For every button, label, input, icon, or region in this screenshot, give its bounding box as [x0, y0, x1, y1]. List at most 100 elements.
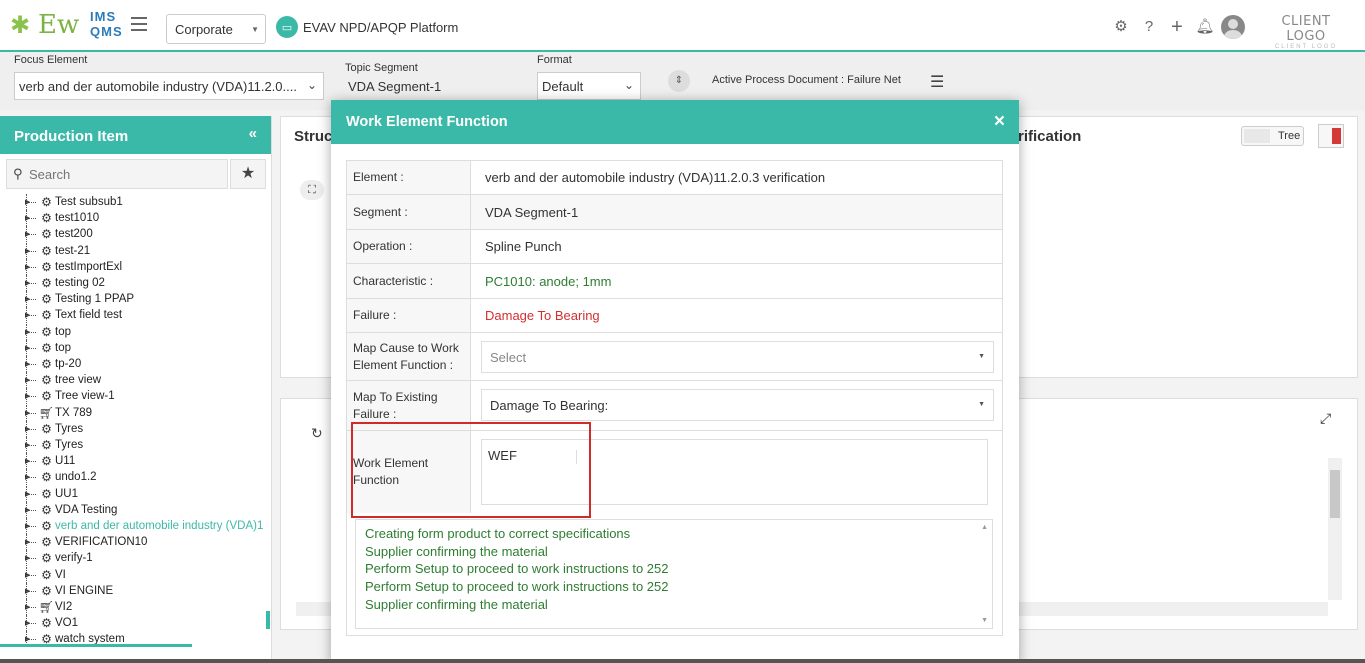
expand-arrow-icon[interactable]: ▶ [25, 571, 30, 579]
expand-arrow-icon[interactable]: ▶ [25, 409, 30, 417]
expand-arrow-icon[interactable]: ▶ [25, 263, 30, 271]
collapse-left-icon[interactable]: « [249, 125, 257, 142]
tree-item[interactable]: ▶ ⚙ top [24, 323, 71, 340]
caret-down-icon: ▼ [251, 25, 259, 34]
tree-item[interactable]: ▶ ⚙ undo1.2 [24, 469, 97, 486]
expand-arrow-icon[interactable]: ▶ [25, 473, 30, 481]
expand-arrow-icon[interactable]: ▶ [25, 311, 30, 319]
tree-item[interactable]: ▶ ⚙ tp-20 [24, 356, 81, 372]
operation-label: Operation : [347, 230, 471, 263]
user-avatar[interactable] [1221, 15, 1245, 39]
tree-item[interactable]: ▶ ⚙ test1010 [24, 210, 99, 227]
suggestion-item[interactable]: Supplier confirming the material [365, 544, 548, 559]
tree-item[interactable]: ▶ ⚙ VI [24, 566, 66, 583]
help-icon[interactable]: ? [1135, 14, 1163, 40]
tree-item[interactable]: ▶ ⚙ testImportExl [24, 258, 122, 275]
expand-arrow-icon[interactable]: ▶ [25, 457, 30, 465]
ewqms-logo[interactable]: ✱ Ew IMS QMS [10, 8, 122, 44]
expand-arrow-icon[interactable]: ▶ [25, 279, 30, 287]
collapse-toggle-icon[interactable]: ⇕ [668, 70, 690, 92]
suggestion-item[interactable]: Supplier confirming the material [365, 597, 548, 612]
scroll-up-icon[interactable]: ▲ [981, 524, 988, 531]
bell-icon[interactable]: 🔔︎ [1191, 14, 1219, 40]
sliders-icon[interactable]: ☰ [930, 72, 944, 92]
refresh-icon[interactable]: ↻ [311, 425, 323, 442]
expand-arrow-icon[interactable]: ▶ [25, 635, 30, 643]
tree-item[interactable]: ▶ ⚙ VI ENGINE [24, 582, 113, 599]
expand-arrow-icon[interactable]: ▶ [25, 198, 30, 206]
tree-item[interactable]: ▶ ⚙ top [24, 339, 71, 356]
tree-connector: ▶ [24, 485, 38, 502]
tree-scrollbar[interactable] [266, 611, 270, 629]
scroll-down-icon[interactable]: ▼ [981, 617, 988, 624]
tree-item[interactable]: ▶ ⚙ VERIFICATION10 [24, 534, 147, 551]
tree-horizontal-scrollbar[interactable] [0, 644, 192, 647]
tree-item[interactable]: ▶ ⚙ verb and der automobile industry (VDA)… [24, 518, 263, 534]
tree-toggle[interactable]: Tree [1241, 126, 1304, 146]
expand-arrow-icon[interactable]: ▶ [25, 425, 30, 433]
suggestion-item[interactable]: Perform Setup to proceed to work instruc… [365, 561, 669, 576]
expand-arrow-icon[interactable]: ▶ [25, 538, 30, 546]
suggestion-list[interactable]: ▲ ▼ Creating form product to correct spe… [355, 519, 993, 629]
exit-icon[interactable] [1318, 124, 1344, 148]
tree-item[interactable]: ▶ ⚙ test-21 [24, 242, 90, 259]
expand-icon[interactable]: ⤢ [1320, 410, 1331, 427]
vertical-scrollbar[interactable] [1328, 458, 1342, 600]
tree-item[interactable]: ▶ ⚙ Tyres [24, 437, 83, 453]
topic-segment-value[interactable]: VDA Segment-1 [348, 79, 441, 94]
tree-connector: ▶ [24, 420, 38, 437]
expand-arrow-icon[interactable]: ▶ [25, 554, 30, 562]
expand-arrow-icon[interactable]: ▶ [25, 522, 30, 530]
tree-item[interactable]: ▶ ⚙ UU1 [24, 485, 78, 502]
expand-arrow-icon[interactable]: ▶ [25, 490, 30, 498]
tree-item[interactable]: ▶ ⚙ U11 [24, 453, 75, 470]
tree-item[interactable]: ▶ ⚙ tree view [24, 372, 101, 389]
expand-arrow-icon[interactable]: ▶ [25, 295, 30, 303]
tree-item[interactable]: ▶ ⚙ VO1 [24, 615, 78, 632]
hamburger-menu-icon[interactable] [131, 17, 147, 31]
expand-arrow-icon[interactable]: ▶ [25, 230, 30, 238]
expand-arrow-icon[interactable]: ▶ [25, 392, 30, 400]
expand-arrow-icon[interactable]: ▶ [25, 376, 30, 384]
format-select[interactable]: Default ⌄ [537, 72, 641, 100]
expand-arrow-icon[interactable]: ▶ [25, 441, 30, 449]
tree-item[interactable]: ▶ ⚙ test200 [24, 226, 93, 243]
map-existing-select[interactable]: Damage To Bearing: ▼ [481, 389, 994, 421]
tree-item[interactable]: ▶ 🛒︎ VI2 [24, 599, 72, 615]
expand-arrow-icon[interactable]: ▶ [25, 587, 30, 595]
tree-item[interactable]: ▶ ⚙ Tyres [24, 420, 83, 437]
focus-element-select[interactable]: verb and der automobile industry (VDA)11… [14, 72, 324, 100]
expand-arrow-icon[interactable]: ▶ [25, 328, 30, 336]
expand-arrow-icon[interactable]: ▶ [25, 619, 30, 627]
tree-item[interactable]: ▶ ⚙ Tree view-1 [24, 388, 115, 405]
gear-icon[interactable]: ⚙ [1107, 14, 1135, 40]
expand-arrow-icon[interactable]: ▶ [25, 603, 30, 611]
suggestion-item[interactable]: Creating form product to correct specifi… [365, 526, 630, 541]
expand-arrow-icon[interactable]: ▶ [25, 506, 30, 514]
fullscreen-icon[interactable]: ⛶ [300, 180, 324, 200]
tree-connector: ▶ [24, 550, 38, 567]
tree-item[interactable]: ▶ 🛒︎ TX 789 [24, 404, 92, 421]
star-icon[interactable]: ★ [230, 159, 266, 189]
plus-icon[interactable]: + [1163, 14, 1191, 40]
tree-item[interactable]: ▶ ⚙ testing 02 [24, 275, 105, 291]
tree-item[interactable]: ▶ ⚙ Text field test [24, 307, 122, 324]
top-icons: ⚙ ? + 🔔︎ [1107, 14, 1245, 40]
organization-select[interactable]: Corporate ▼ [166, 14, 266, 44]
suggestion-item[interactable]: Perform Setup to proceed to work instruc… [365, 579, 669, 594]
search-input[interactable] [29, 164, 219, 184]
tree-item[interactable]: ▶ ⚙ VDA Testing [24, 501, 117, 518]
map-cause-select[interactable]: Select ▼ [481, 341, 994, 373]
tree-item[interactable]: ▶ ⚙ Testing 1 PPAP [24, 291, 134, 308]
gears-icon: ⚙ [41, 421, 52, 436]
expand-arrow-icon[interactable]: ▶ [25, 344, 30, 352]
gears-icon: ⚙ [41, 211, 52, 226]
close-icon[interactable]: × [994, 111, 1005, 133]
tree-item[interactable]: ▶ ⚙ Test subsub1 [24, 194, 123, 210]
gears-icon: ⚙ [41, 357, 52, 371]
expand-arrow-icon[interactable]: ▶ [25, 247, 30, 255]
expand-arrow-icon[interactable]: ▶ [25, 214, 30, 222]
tree-item[interactable]: ▶ ⚙ verify-1 [24, 550, 93, 567]
expand-arrow-icon[interactable]: ▶ [25, 360, 30, 368]
scroll-thumb[interactable] [1330, 470, 1340, 518]
